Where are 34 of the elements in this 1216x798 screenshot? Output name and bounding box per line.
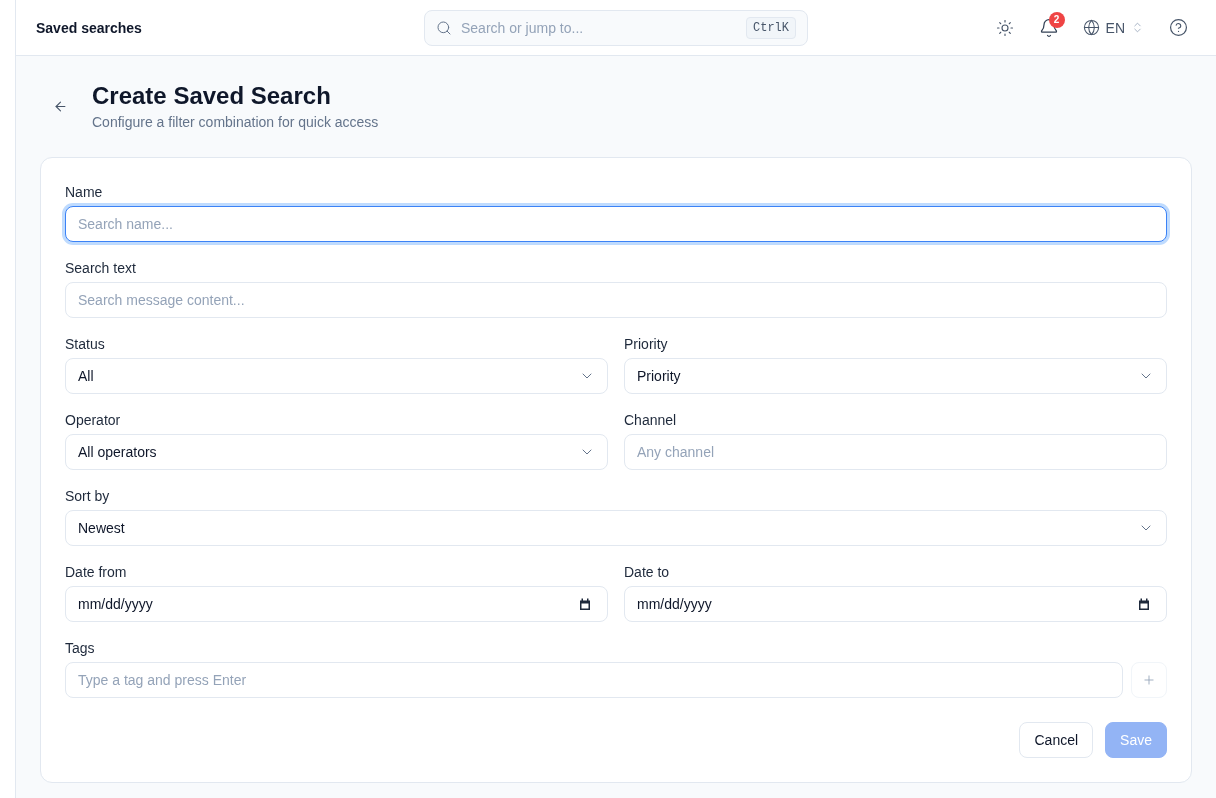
field-label: Priority (624, 335, 669, 354)
text-field[interactable]: Search name... (65, 206, 1167, 242)
page-subtitle: Configure a filter combination for quick access (92, 113, 379, 132)
select-field[interactable]: Newest (65, 510, 1167, 546)
select-field[interactable]: Priority (624, 358, 1167, 394)
field-label: Name (65, 183, 104, 202)
field-label: Sort by (65, 487, 111, 506)
notifications-button[interactable]: 2 (1030, 9, 1067, 46)
language-selector[interactable]: EN (1074, 9, 1152, 46)
field-label: Operator (65, 411, 122, 430)
bell-icon (1038, 17, 1059, 38)
field-label: Tags (65, 639, 96, 658)
field-label: Search text (65, 259, 137, 278)
page-title: Create Saved Search (92, 81, 332, 111)
select-field[interactable]: All (65, 358, 608, 394)
plus-icon (1142, 673, 1156, 687)
field-label: Date from (65, 563, 128, 582)
tag-input-field[interactable]: Type a tag and press Enter (65, 662, 1123, 698)
field-label: Date to (624, 563, 671, 582)
notification-badge: 2 (1048, 11, 1065, 28)
field-label: Channel (624, 411, 678, 430)
sun-icon (995, 18, 1014, 37)
date-field[interactable]: mm/dd/yyyy (624, 586, 1167, 622)
date-field[interactable]: mm/dd/yyyy (65, 586, 608, 622)
help-icon (1168, 18, 1188, 37)
calendar-icon[interactable] (579, 597, 591, 611)
field-label: Status (65, 335, 106, 354)
secondary-button[interactable]: Cancel (1019, 722, 1094, 758)
search-icon (436, 19, 452, 36)
app-title: Saved searches (36, 18, 142, 38)
globe-icon (1082, 19, 1100, 36)
calendar-icon[interactable] (1138, 597, 1150, 611)
chevrons-up-down-icon (1131, 21, 1144, 34)
select-field[interactable]: All operators (65, 434, 608, 470)
